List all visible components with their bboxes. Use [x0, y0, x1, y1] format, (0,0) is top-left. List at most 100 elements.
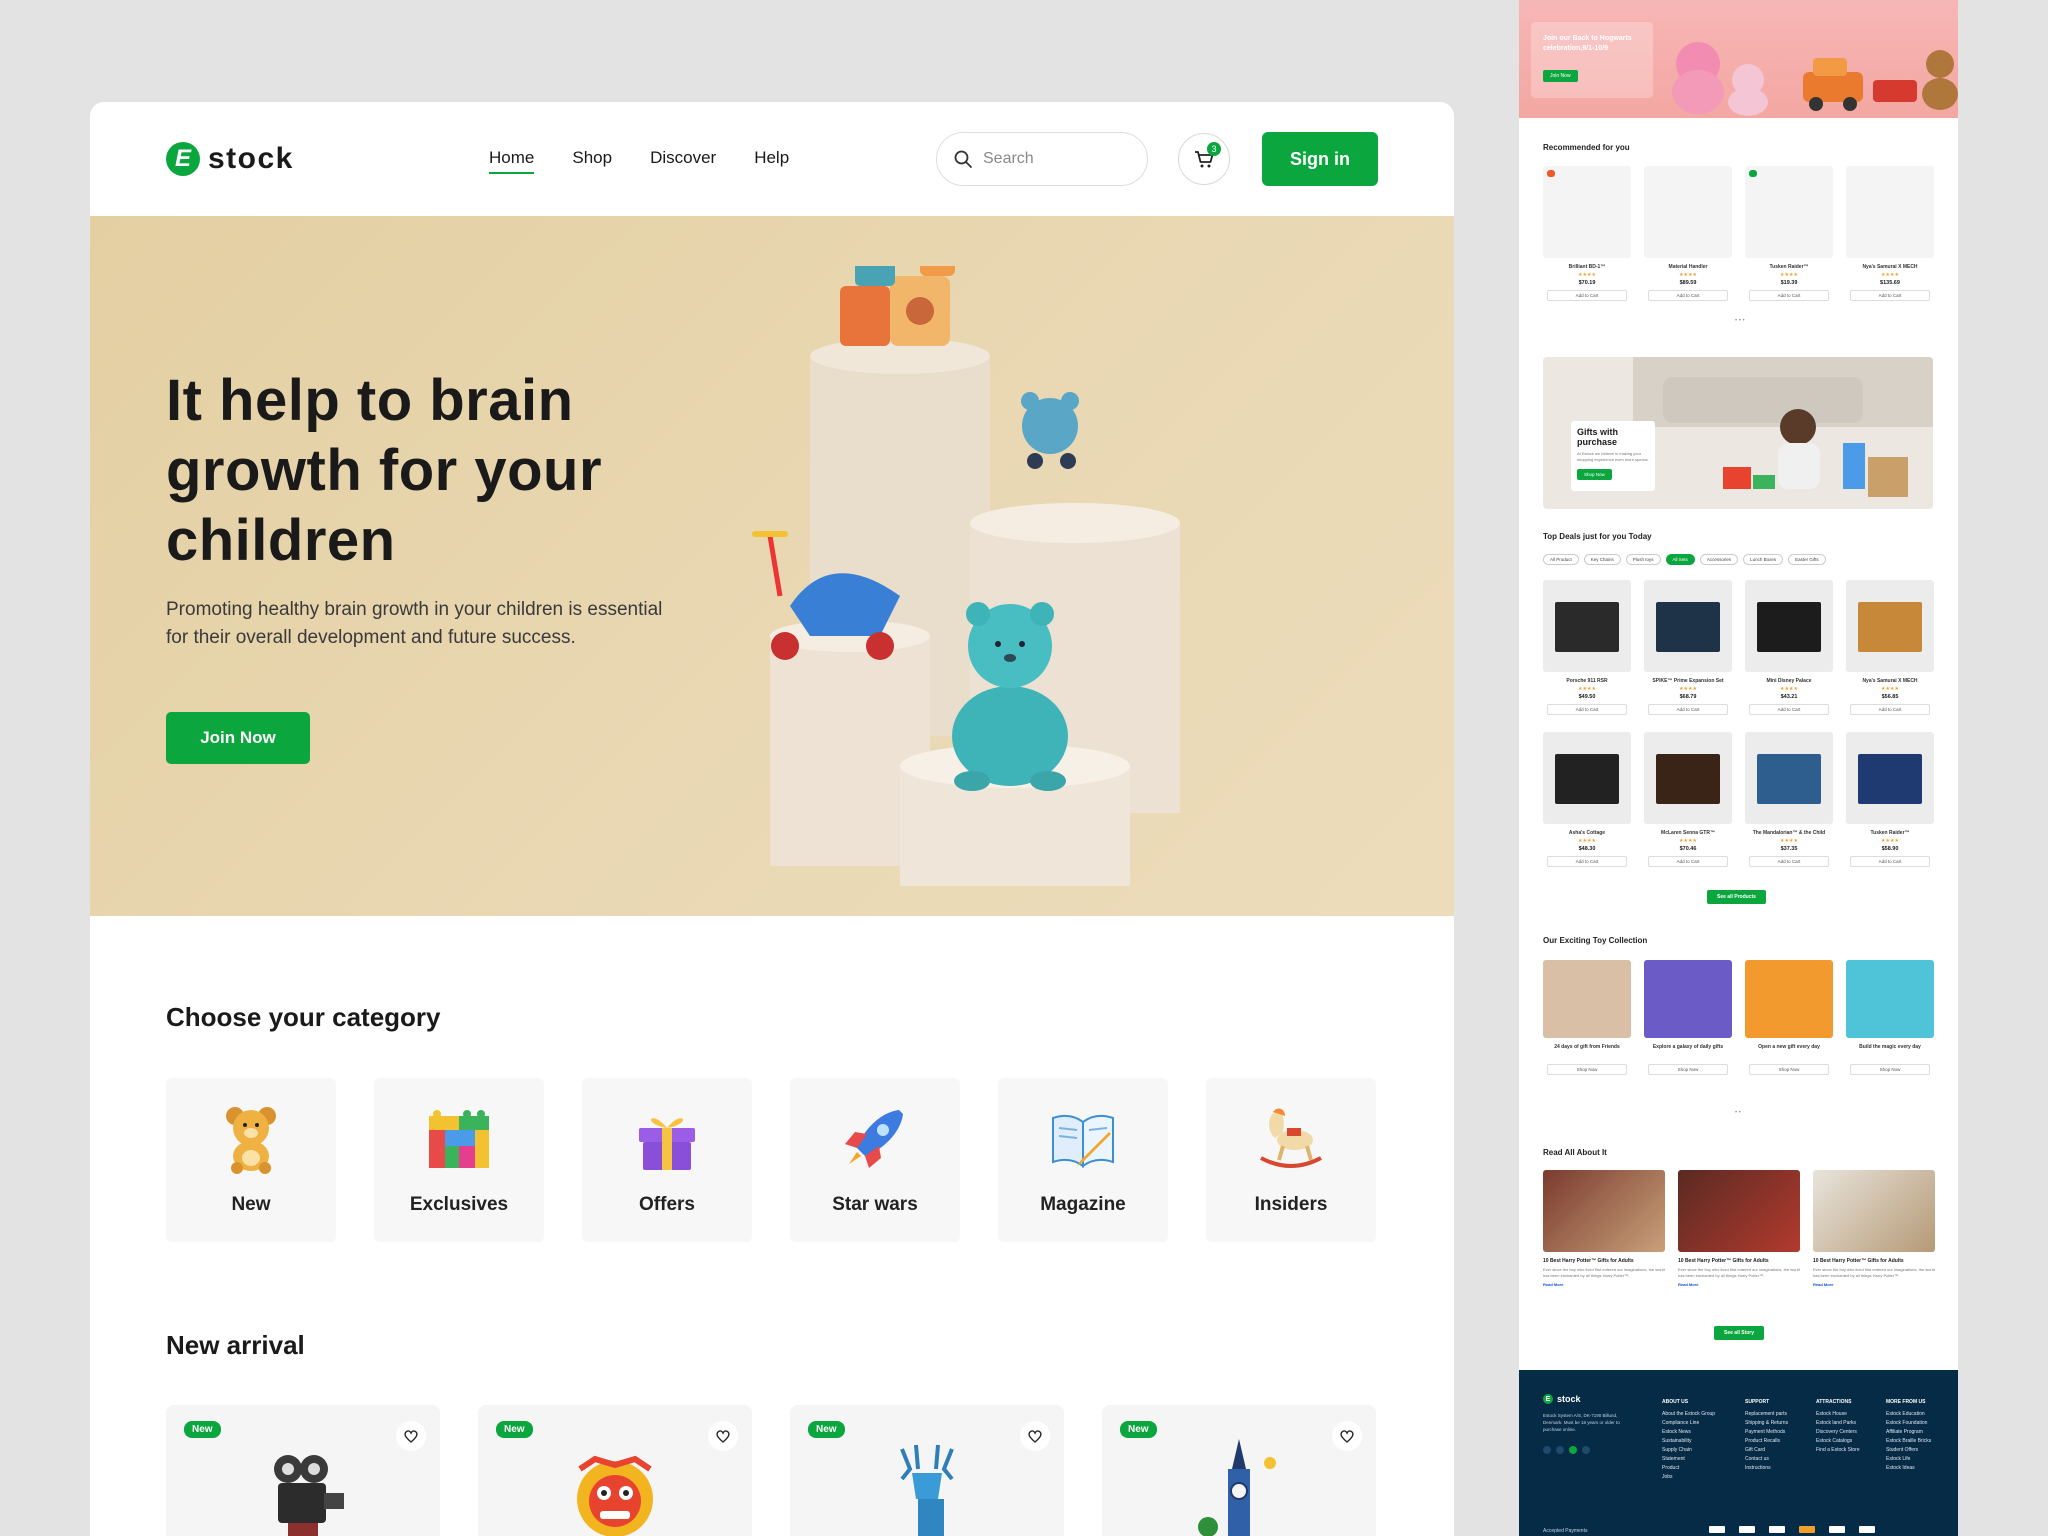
footer-link[interactable]: Estock Braille Bricks — [1886, 1438, 1931, 1444]
promo-shop-button[interactable]: Shop Now — [1577, 469, 1612, 480]
footer-link[interactable]: Estock News — [1662, 1429, 1691, 1435]
see-all-products-button[interactable]: See all Products — [1707, 890, 1766, 904]
footer-link[interactable]: Estock Foundation — [1886, 1420, 1927, 1426]
product-card[interactable]: SPIKE™ Prime Expansion Set ★★★★ $68.79 Add … — [1644, 580, 1732, 720]
product-card[interactable]: New — [1102, 1405, 1376, 1536]
footer-link[interactable]: Instructions — [1745, 1465, 1771, 1471]
blog-card[interactable]: 10 Best Harry Potter™ Gifts for Adults Ev… — [1678, 1170, 1800, 1287]
product-card[interactable]: Porsche 911 RSR ★★★★ $49.50 Add to Cart — [1543, 580, 1631, 720]
add-to-cart-button[interactable]: Add to Cart — [1850, 290, 1930, 301]
filter-chip[interactable]: Key Chains — [1583, 554, 1621, 565]
footer-link[interactable]: Estock Ideas — [1886, 1465, 1915, 1471]
add-to-cart-button[interactable]: Add to Cart — [1648, 704, 1728, 715]
footer-link[interactable]: Find a Estock Store — [1816, 1447, 1860, 1453]
footer-link[interactable]: Statement — [1662, 1456, 1685, 1462]
footer-link[interactable]: Product — [1662, 1465, 1679, 1471]
footer-link[interactable]: Gift Card — [1745, 1447, 1765, 1453]
brand-logo[interactable]: E stock — [166, 142, 294, 176]
product-card[interactable]: Nya's Samurai X MECH ★★★★ $56.85 Add to Car… — [1846, 580, 1934, 720]
footer-link[interactable]: Jobs — [1662, 1474, 1673, 1480]
footer-link[interactable]: Student Offers — [1886, 1447, 1918, 1453]
product-card[interactable]: Tusken Raider™ ★★★★ $58.90 Add to Cart — [1846, 732, 1934, 872]
footer-link[interactable]: Sustainability — [1662, 1438, 1691, 1444]
footer-link[interactable]: Supply Chain — [1662, 1447, 1692, 1453]
product-card[interactable]: New — [478, 1405, 752, 1536]
filter-chip-active[interactable]: All Sets — [1665, 554, 1695, 565]
footer-logo[interactable]: E stock — [1543, 1394, 1581, 1404]
product-card[interactable]: Brilliant BD-1™ ★★★★ $70.19 Add to Cart — [1543, 166, 1631, 306]
add-to-cart-button[interactable]: Add to Cart — [1648, 290, 1728, 301]
product-card[interactable]: New — [166, 1405, 440, 1536]
search-input[interactable] — [983, 150, 1123, 168]
nav-shop[interactable]: Shop — [572, 148, 612, 174]
product-card[interactable]: New — [790, 1405, 1064, 1536]
carousel-dots[interactable]: • • — [1735, 1110, 1741, 1116]
banner-join-button[interactable]: Join Now — [1543, 70, 1578, 82]
join-now-button[interactable]: Join Now — [166, 712, 310, 764]
filter-chip[interactable]: Plush toys — [1625, 554, 1661, 565]
product-card[interactable]: Asha's Cottage ★★★★ $48.30 Add to Cart — [1543, 732, 1631, 872]
wishlist-button[interactable] — [1020, 1421, 1050, 1451]
add-to-cart-button[interactable]: Add to Cart — [1850, 856, 1930, 867]
nav-discover[interactable]: Discover — [650, 148, 716, 174]
category-offers[interactable]: Offers — [582, 1078, 752, 1242]
product-card[interactable]: The Mandalorian™ & the Child ★★★★ $37.35 Ad… — [1745, 732, 1833, 872]
product-card[interactable]: Tusken Raider™ ★★★★ $19.39 Add to Cart — [1745, 166, 1833, 306]
footer-link[interactable]: About the Estock Group — [1662, 1411, 1715, 1417]
footer-link[interactable]: Contact us — [1745, 1456, 1769, 1462]
add-to-cart-button[interactable]: Add to Cart — [1749, 704, 1829, 715]
blog-card[interactable]: 10 Best Harry Potter™ Gifts for Adults Ev… — [1813, 1170, 1935, 1287]
footer-link[interactable]: Estock House — [1816, 1411, 1847, 1417]
category-insiders[interactable]: Insiders — [1206, 1078, 1376, 1242]
product-card[interactable]: Material Handler ★★★★ $89.59 Add to Cart — [1644, 166, 1732, 306]
add-to-cart-button[interactable]: Add to Cart — [1648, 856, 1728, 867]
add-to-cart-button[interactable]: Add to Cart — [1547, 290, 1627, 301]
product-card[interactable]: McLaren Senna GTR™ ★★★★ $70.46 Add to Cart — [1644, 732, 1732, 872]
collection-card[interactable]: Open a new gift every day Shop Now — [1745, 960, 1833, 1100]
footer-link[interactable]: Replacement parts — [1745, 1411, 1787, 1417]
product-card[interactable]: Mini Disney Palace ★★★★ $43.21 Add to Cart — [1745, 580, 1833, 720]
filter-chip[interactable]: Easter Gifts — [1788, 554, 1826, 565]
product-card[interactable]: Nya's Samurai X MECH ★★★★ $135.69 Add to Ca… — [1846, 166, 1934, 306]
category-new[interactable]: New — [166, 1078, 336, 1242]
category-magazine[interactable]: Magazine — [998, 1078, 1168, 1242]
category-exclusives[interactable]: Exclusives — [374, 1078, 544, 1242]
add-to-cart-button[interactable]: Add to Cart — [1749, 856, 1829, 867]
blog-card[interactable]: 10 Best Harry Potter™ Gifts for Adults Ev… — [1543, 1170, 1665, 1287]
footer-link[interactable]: Estock Catalogs — [1816, 1438, 1852, 1444]
footer-link[interactable]: Discovery Centers — [1816, 1429, 1857, 1435]
read-more-link[interactable]: Read More — [1678, 1282, 1800, 1287]
footer-link[interactable]: Compliance Line — [1662, 1420, 1699, 1426]
footer-link[interactable]: Affiliate Program — [1886, 1429, 1923, 1435]
sign-in-button[interactable]: Sign in — [1262, 132, 1378, 186]
wishlist-button[interactable] — [396, 1421, 426, 1451]
category-star-wars[interactable]: Star wars — [790, 1078, 960, 1242]
instagram-icon[interactable] — [1556, 1446, 1564, 1454]
collection-card[interactable]: 24 days of gift from Friends Shop Now — [1543, 960, 1631, 1100]
footer-link[interactable]: Estock Education — [1886, 1411, 1925, 1417]
wishlist-button[interactable] — [708, 1421, 738, 1451]
add-to-cart-button[interactable]: Add to Cart — [1749, 290, 1829, 301]
shop-now-button[interactable]: Shop Now — [1850, 1064, 1930, 1075]
nav-help[interactable]: Help — [754, 148, 789, 174]
facebook-icon[interactable] — [1543, 1446, 1551, 1454]
filter-chip[interactable]: Lunch Boxes — [1743, 554, 1784, 565]
read-more-link[interactable]: Read More — [1543, 1282, 1665, 1287]
nav-home[interactable]: Home — [489, 148, 535, 174]
twitter-icon[interactable] — [1569, 1446, 1577, 1454]
footer-link[interactable]: Shipping & Returns — [1745, 1420, 1788, 1426]
footer-link[interactable]: Estock land Parks — [1816, 1420, 1856, 1426]
shop-now-button[interactable]: Shop Now — [1648, 1064, 1728, 1075]
read-more-link[interactable]: Read More — [1813, 1282, 1935, 1287]
filter-chip[interactable]: All Product — [1543, 554, 1579, 565]
add-to-cart-button[interactable]: Add to Cart — [1547, 704, 1627, 715]
filter-chip[interactable]: Accessories — [1699, 554, 1739, 565]
see-all-story-button[interactable]: See all Story — [1714, 1326, 1765, 1340]
footer-link[interactable]: Estock Life — [1886, 1456, 1910, 1462]
add-to-cart-button[interactable]: Add to Cart — [1547, 856, 1627, 867]
footer-link[interactable]: Payment Methods — [1745, 1429, 1785, 1435]
collection-card[interactable]: Explore a galaxy of daily gifts Shop Now — [1644, 960, 1732, 1100]
shop-now-button[interactable]: Shop Now — [1749, 1064, 1829, 1075]
youtube-icon[interactable] — [1582, 1446, 1590, 1454]
wishlist-button[interactable] — [1332, 1421, 1362, 1451]
